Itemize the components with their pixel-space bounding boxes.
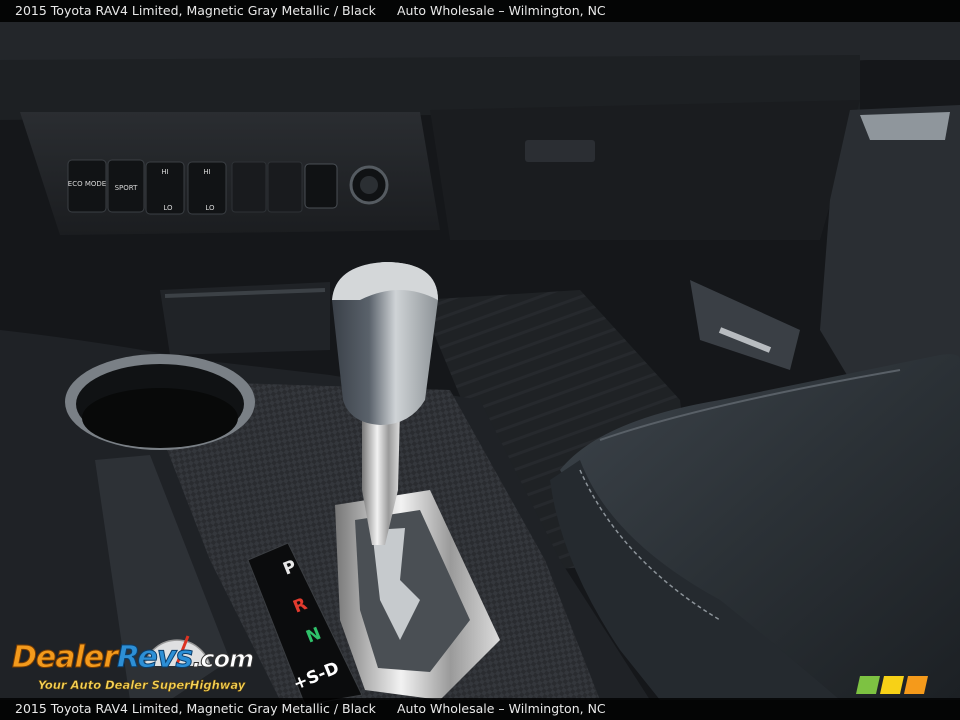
interior-photo: ECO MODE SPORT HI LO HI LO P R N +S-D — [0, 0, 960, 720]
caption-bar-bottom: 2015 Toyota RAV4 Limited, Magnetic Gray … — [0, 698, 960, 720]
seat-heater-left-hi: HI — [161, 168, 168, 176]
photo-frame: ECO MODE SPORT HI LO HI LO P R N +S-D 20… — [0, 0, 960, 720]
seat-heater-right-lo: LO — [205, 204, 215, 212]
mm-logo-icon — [856, 676, 928, 694]
eco-mode-label: ECO MODE — [68, 180, 106, 188]
dealerrevs-logo: DealerRevs.com — [12, 640, 255, 676]
vehicle-caption: 2015 Toyota RAV4 Limited, Magnetic Gray … — [15, 701, 376, 716]
logo-tagline: Your Auto Dealer SuperHighway — [38, 678, 246, 692]
hill-descent-button[interactable] — [304, 163, 338, 209]
eco-mode-button[interactable]: ECO MODE — [67, 159, 107, 213]
storage-handle — [525, 140, 595, 162]
dealer-caption: Auto Wholesale – Wilmington, NC — [397, 3, 606, 18]
vehicle-caption: 2015 Toyota RAV4 Limited, Magnetic Gray … — [15, 3, 376, 18]
blank-switch — [267, 161, 303, 213]
seat-heater-right-button[interactable]: HI LO — [187, 161, 227, 215]
sport-button[interactable]: SPORT — [107, 159, 145, 213]
dealer-caption: Auto Wholesale – Wilmington, NC — [397, 701, 606, 716]
logo-dealer-text: Dealer — [12, 640, 119, 676]
blank-switch — [231, 161, 267, 213]
logo-revs-text: Revs — [116, 640, 193, 676]
logo-com-text: .com — [192, 645, 255, 674]
seat-heater-left-button[interactable]: HI LO — [145, 161, 185, 215]
caption-bar-top: 2015 Toyota RAV4 Limited, Magnetic Gray … — [0, 0, 960, 22]
sport-label: SPORT — [115, 184, 139, 192]
seat-heater-right-hi: HI — [203, 168, 210, 176]
seat-heater-left-lo: LO — [163, 204, 173, 212]
